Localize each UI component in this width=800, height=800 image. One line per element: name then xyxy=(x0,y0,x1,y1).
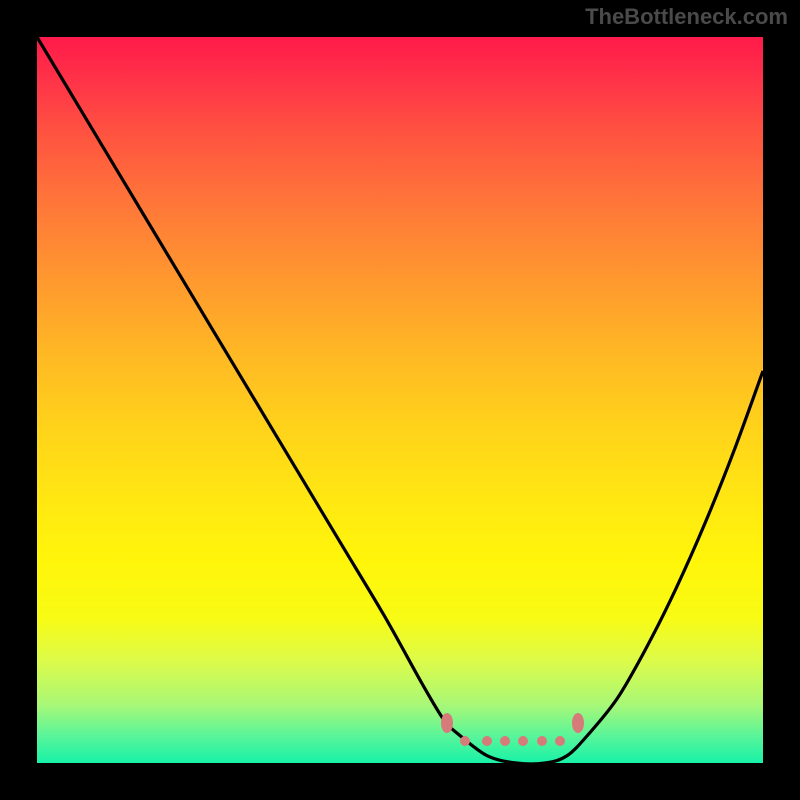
bottleneck-curve-path xyxy=(37,37,763,764)
watermark-text: TheBottleneck.com xyxy=(585,4,788,30)
chart-curve-svg xyxy=(37,37,763,763)
chart-plot-area xyxy=(37,37,763,763)
